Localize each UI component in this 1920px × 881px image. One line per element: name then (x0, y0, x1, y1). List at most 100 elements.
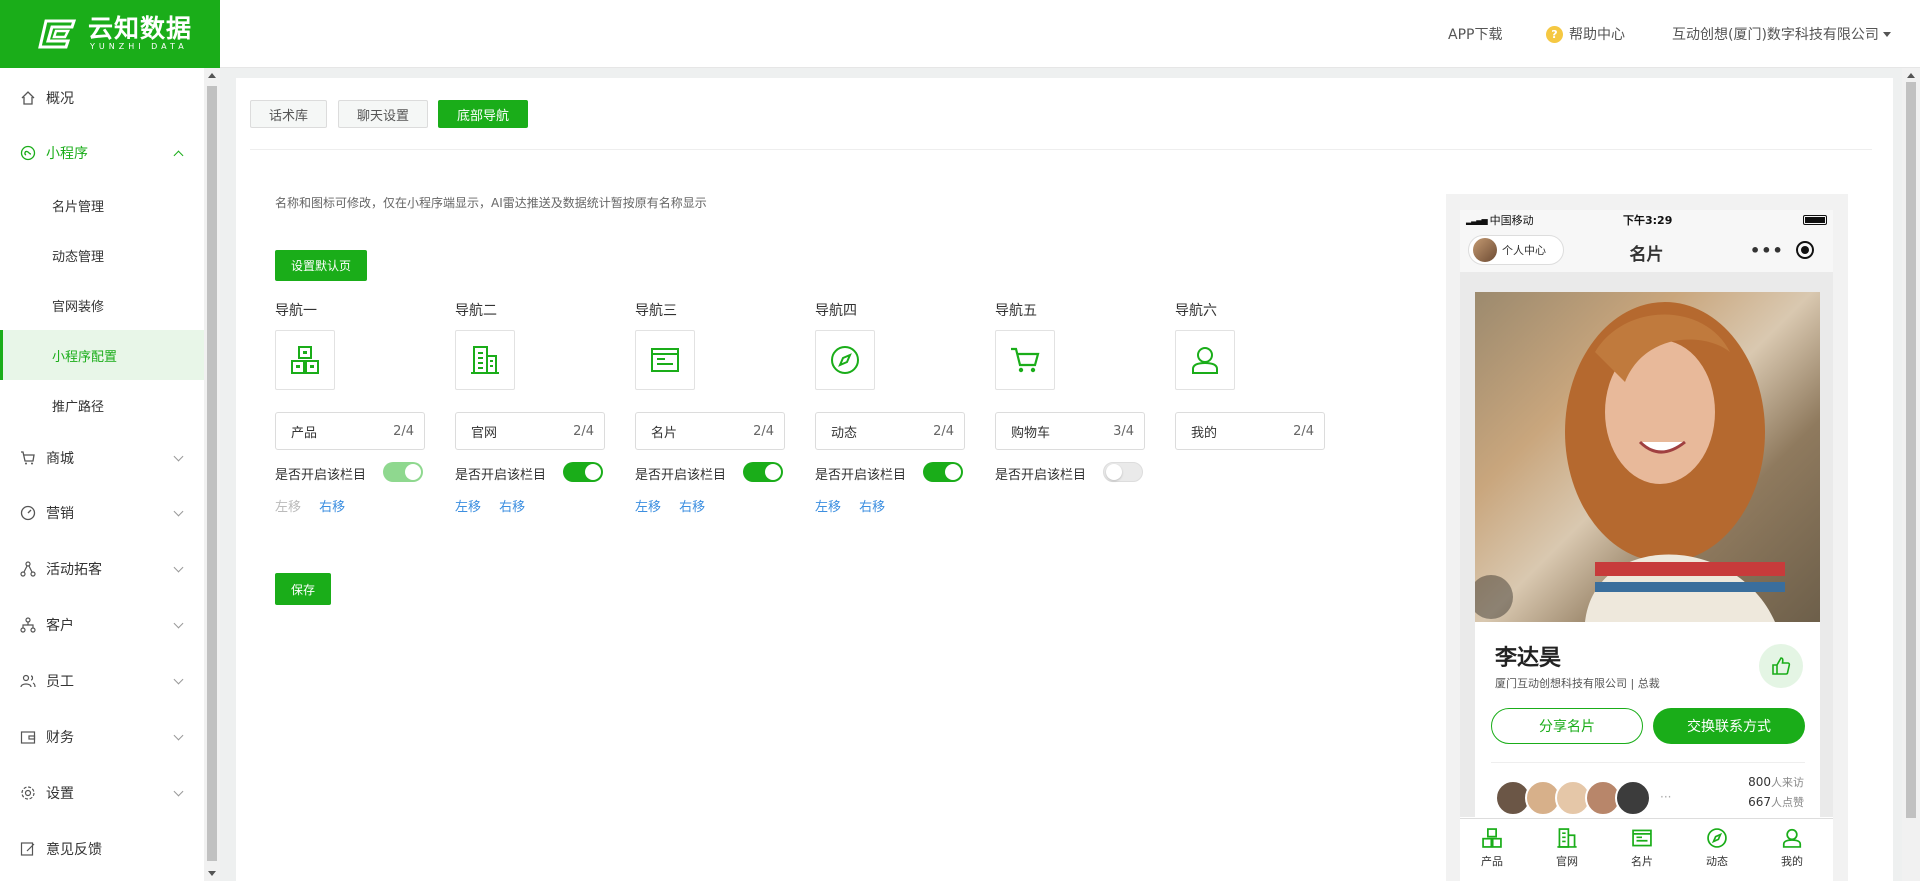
sidebar: 概况 小程序 名片管理 动态管理 官网装修 小程序配置 推广路径 商城 营销 活… (0, 68, 204, 881)
scrollbar-thumb[interactable] (1906, 82, 1916, 818)
sidebar-subitem-dynamic-management[interactable]: 动态管理 (0, 230, 204, 280)
app-download-label: APP下载 (1448, 27, 1503, 43)
phone-tab-product[interactable]: 产品 (1462, 827, 1522, 869)
nav-name-input[interactable]: 产品 2/4 (275, 412, 425, 450)
char-counter: 2/4 (573, 423, 594, 439)
sidebar-item-overview[interactable]: 概况 (0, 73, 204, 123)
help-center-link[interactable]: ? 帮助中心 (1546, 24, 1625, 44)
move-left-link[interactable]: 左移 (455, 500, 481, 515)
user-icon (1782, 828, 1802, 848)
nav-title: 导航五 (995, 303, 1037, 319)
logo-icon (38, 19, 77, 49)
sidebar-item-activity[interactable]: 活动拓客 (0, 544, 204, 594)
brand-logo[interactable]: 云知数据 YUNZHI DATA (0, 0, 220, 68)
move-controls: 左移 右移 (635, 496, 719, 515)
char-counter: 2/4 (753, 423, 774, 439)
nav-name-input[interactable]: 动态 2/4 (815, 412, 965, 450)
nav-name-input[interactable]: 我的 2/4 (1175, 412, 1325, 450)
more-icon[interactable]: ••• (1750, 241, 1784, 260)
sidebar-item-finance[interactable]: 财务 (0, 712, 204, 762)
sidebar-subitem-miniprogram-config[interactable]: 小程序配置 (0, 330, 204, 380)
sidebar-label: 概况 (46, 91, 74, 107)
nav-icon-picker[interactable] (275, 330, 335, 390)
nav-name-input[interactable]: 官网 2/4 (455, 412, 605, 450)
nav-icon-picker[interactable] (995, 330, 1055, 390)
wallet-icon (20, 729, 36, 745)
app-download-link[interactable]: APP下载 (1448, 24, 1502, 44)
sidebar-item-miniprogram[interactable]: 小程序 (0, 128, 204, 178)
record-icon[interactable] (1796, 241, 1814, 259)
company-title: 厦门互动创想科技有限公司 | 总裁 (1495, 677, 1660, 690)
sidebar-label: 设置 (46, 786, 74, 802)
nav-icon-picker[interactable] (1175, 330, 1235, 390)
person-name: 李达昊 (1495, 646, 1562, 671)
phone-tab-dynamic[interactable]: 动态 (1687, 827, 1747, 869)
enable-toggle[interactable] (383, 462, 423, 482)
avatar (1615, 780, 1651, 816)
nav-name-input[interactable]: 购物车 3/4 (995, 412, 1145, 450)
miniprogram-icon (20, 145, 36, 161)
set-default-page-button[interactable]: 设置默认页 (275, 250, 367, 281)
company-dropdown[interactable]: 互动创想(厦门)数字科技有限公司 (1672, 24, 1891, 44)
card-icon (1632, 829, 1652, 847)
tab-chat-settings[interactable]: 聊天设置 (338, 100, 429, 128)
sidebar-item-customer[interactable]: 客户 (0, 600, 204, 650)
nav-name-input[interactable]: 名片 2/4 (635, 412, 785, 450)
sidebar-subitem-website-decoration[interactable]: 官网装修 (0, 280, 204, 330)
main-scrollbar[interactable] (1902, 68, 1920, 881)
phone-tab-bar: 产品 官网 名片 动态 我的 (1460, 818, 1833, 881)
enable-toggle[interactable] (743, 462, 783, 482)
likes-count: 667人点赞 (1748, 794, 1804, 810)
move-left-link[interactable]: 左移 (815, 500, 841, 515)
nav-title: 导航三 (635, 303, 677, 319)
phone-tab-website[interactable]: 官网 (1537, 827, 1597, 869)
scroll-down-icon[interactable] (208, 871, 216, 876)
sidebar-item-marketing[interactable]: 营销 (0, 488, 204, 538)
scrollbar-thumb[interactable] (207, 86, 217, 861)
phone-tab-label: 动态 (1706, 855, 1728, 868)
sidebar-scrollbar[interactable] (204, 68, 220, 881)
brand-name: 云知数据 (88, 14, 193, 43)
phone-tab-label: 名片 (1631, 855, 1653, 868)
phone-tab-me[interactable]: 我的 (1762, 827, 1822, 869)
share-card-button[interactable]: 分享名片 (1491, 708, 1643, 744)
nav-icon-picker[interactable] (455, 330, 515, 390)
move-right-link[interactable]: 右移 (499, 500, 525, 515)
top-bar: APP下载 ? 帮助中心 互动创想(厦门)数字科技有限公司 (220, 0, 1920, 68)
nav-icon-picker[interactable] (635, 330, 695, 390)
sidebar-item-staff[interactable]: 员工 (0, 656, 204, 706)
enable-toggle[interactable] (1103, 462, 1143, 482)
like-button[interactable] (1759, 644, 1803, 688)
visitor-avatars: ··· (1495, 780, 1675, 816)
exchange-contact-button[interactable]: 交换联系方式 (1653, 708, 1805, 744)
save-button[interactable]: 保存 (275, 573, 331, 605)
sidebar-subitem-promotion-path[interactable]: 推广路径 (0, 380, 204, 430)
scroll-up-icon[interactable] (208, 73, 216, 78)
sidebar-item-mall[interactable]: 商城 (0, 433, 204, 483)
sidebar-subitem-card-management[interactable]: 名片管理 (0, 180, 204, 230)
clock-label: 下午3:29 (1623, 214, 1673, 227)
phone-nav-bar: 个人中心 名片 ••• (1460, 230, 1833, 272)
move-left-link[interactable]: 左移 (635, 500, 661, 515)
phone-tab-card[interactable]: 名片 (1612, 827, 1672, 869)
phone-preview: ▂▃▄▅ 中国移动 下午3:29 个人中心 名片 ••• 李达昊 厦门互动创想科… (1460, 210, 1833, 881)
card-info: 李达昊 厦门互动创想科技有限公司 | 总裁 分享名片 交换联系方式 ··· 80… (1475, 622, 1820, 832)
nav-icon-picker[interactable] (815, 330, 875, 390)
enable-toggle[interactable] (923, 462, 963, 482)
tab-bottom-nav[interactable]: 底部导航 (438, 100, 529, 128)
scroll-up-icon[interactable] (1907, 73, 1915, 78)
toggle-knob (405, 464, 421, 480)
move-right-link[interactable]: 右移 (319, 500, 345, 515)
user-icon (1192, 347, 1218, 374)
move-right-link[interactable]: 右移 (679, 500, 705, 515)
nav-name-value: 动态 (831, 425, 858, 441)
move-right-link[interactable]: 右移 (859, 500, 885, 515)
sidebar-item-feedback[interactable]: 意见反馈 (0, 824, 204, 874)
compass-icon (1707, 828, 1727, 848)
sidebar-item-settings[interactable]: 设置 (0, 768, 204, 818)
sidebar-label: 意见反馈 (46, 842, 102, 858)
phone-tab-label: 产品 (1481, 855, 1503, 868)
chevron-down-icon (173, 562, 184, 573)
enable-toggle[interactable] (563, 462, 603, 482)
tab-scripts[interactable]: 话术库 (250, 100, 328, 128)
